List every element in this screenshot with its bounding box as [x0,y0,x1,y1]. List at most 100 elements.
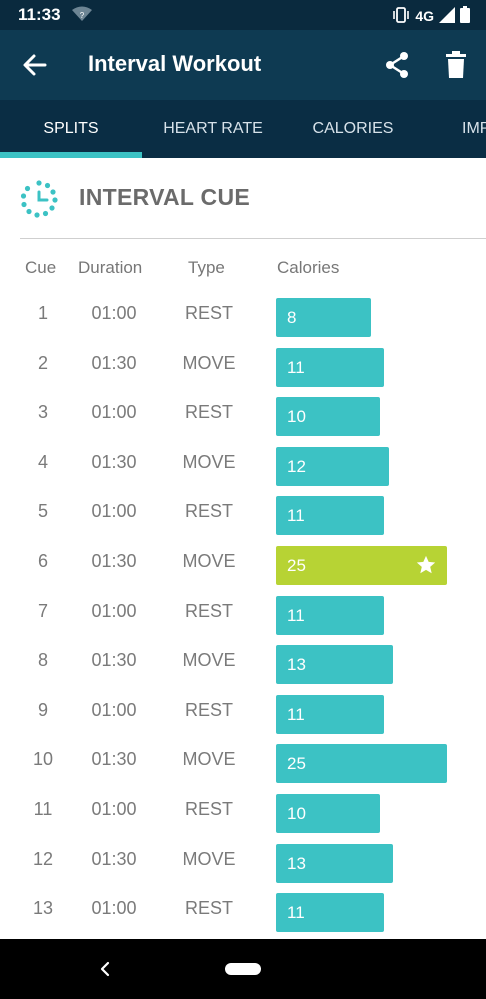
tab-heart-rate[interactable]: HEART RATE [142,100,284,158]
calories-value: 11 [287,357,305,377]
table-row: 4 01:30 MOVE 12 [0,442,486,492]
table-row: 13 01:00 REST 11 [0,888,486,938]
type-cell: REST [184,898,233,919]
type-cell: REST [184,501,233,522]
tab-bar: SPLITS HEART RATE CALORIES IMP [0,100,486,158]
table-row: 5 01:00 REST 11 [0,491,486,541]
table-row: 7 01:00 REST 11 [0,591,486,641]
table-row: 6 01:30 MOVE 25 [0,541,486,591]
status-time: 11:33 [18,5,61,24]
calories-bar: 11 [276,496,385,536]
type-cell: MOVE [182,451,236,472]
type-cell: MOVE [182,352,236,373]
calories-value: 8 [287,308,297,327]
cue-cell: 11 [33,798,53,819]
cue-cell: 2 [37,352,48,373]
table-row: 11 01:00 REST 10 [0,789,486,839]
calories-bar: 12 [276,446,389,486]
calories-value: 12 [287,456,306,476]
type-cell: MOVE [182,650,236,671]
type-cell: REST [184,303,233,323]
calories-bar: 10 [276,793,380,833]
cue-cell: 12 [32,848,54,869]
calories-value: 10 [287,407,306,427]
header-duration: Duration [78,258,143,277]
type-cell: REST [184,699,233,720]
calories-value: 11 [287,704,305,724]
share-icon[interactable] [382,50,412,80]
section-title: INTERVAL CUE [79,184,251,210]
back-arrow-icon[interactable] [20,50,50,80]
duration-cell: 01:30 [91,848,137,869]
network-type: 4G [415,8,434,24]
calories-bar-best: 25 [276,545,447,585]
cue-cell: 9 [37,699,48,720]
calories-bar: 10 [276,397,380,437]
signal-icon [439,6,455,26]
tab-splits[interactable]: SPLITS [0,100,142,158]
cue-cell: 13 [32,898,54,919]
calories-bar: 13 [276,843,394,883]
header-calories: Calories [277,258,340,277]
calories-value: 11 [287,506,305,526]
calories-bar: 11 [276,694,385,734]
svg-text:?: ? [80,11,85,20]
calories-bar: 11 [276,595,385,635]
trash-icon[interactable] [442,50,470,80]
cue-cell: 4 [37,451,48,472]
table-row: 2 01:30 MOVE 11 [0,343,486,393]
calories-value: 11 [287,903,305,923]
calories-bar: 11 [276,347,385,387]
calories-bar: 8 [276,298,371,337]
table-row: 8 01:30 MOVE 13 [0,640,486,690]
calories-bar: 11 [276,893,385,933]
calories-value: 10 [287,803,306,823]
table-row: 1 01:00 REST 8 [0,293,486,343]
table-row: 12 01:30 MOVE 13 [0,839,486,889]
duration-cell: 01:00 [91,600,137,621]
duration-cell: 01:30 [91,650,137,671]
duration-cell: 01:00 [91,898,137,919]
table-row: 3 01:00 REST 10 [0,392,486,442]
duration-cell: 01:00 [91,303,137,323]
status-bar: 11:33 ? 4G [0,0,486,30]
calories-value: 25 [287,754,306,774]
calories-value: 13 [287,655,306,675]
calories-value: 11 [287,605,305,625]
header-type: Type [188,258,225,277]
duration-cell: 01:30 [91,749,137,770]
type-cell: MOVE [182,749,236,770]
table-row: 9 01:00 REST 11 [0,690,486,740]
calories-bar: 25 [276,744,447,784]
vibrate-icon [392,6,410,26]
header-cue: Cue [25,258,57,277]
section-divider [20,238,486,239]
type-cell: MOVE [182,848,236,869]
cue-cell: 6 [37,550,48,571]
splits-table: 1 01:00 REST 8 2 01:30 MOVE 11 3 01:00 R… [0,293,486,938]
tab-calories[interactable]: CALORIES [284,100,422,158]
star-icon [415,554,437,576]
duration-cell: 01:00 [91,501,137,522]
tab-imp[interactable]: IMP [462,100,486,158]
wifi-question-icon: ? [72,6,92,27]
duration-cell: 01:30 [91,550,137,571]
type-cell: MOVE [182,550,236,571]
duration-cell: 01:00 [91,402,137,423]
duration-cell: 01:30 [91,352,137,373]
calories-value: 13 [287,853,306,873]
duration-cell: 01:00 [91,798,137,819]
home-pill-icon[interactable] [225,963,261,975]
battery-icon [460,6,470,26]
app-bar: Interval Workout [0,30,486,100]
cue-cell: 10 [32,749,54,770]
calories-value: 25 [287,555,306,575]
cue-cell: 1 [37,303,48,323]
interval-cue-icon [20,180,58,218]
type-cell: REST [184,798,233,819]
cue-cell: 7 [37,600,48,621]
table-row: 10 01:30 MOVE 25 [0,739,486,789]
page-title: Interval Workout [88,51,262,76]
cue-cell: 3 [37,402,48,423]
nav-back-icon[interactable] [97,961,113,977]
